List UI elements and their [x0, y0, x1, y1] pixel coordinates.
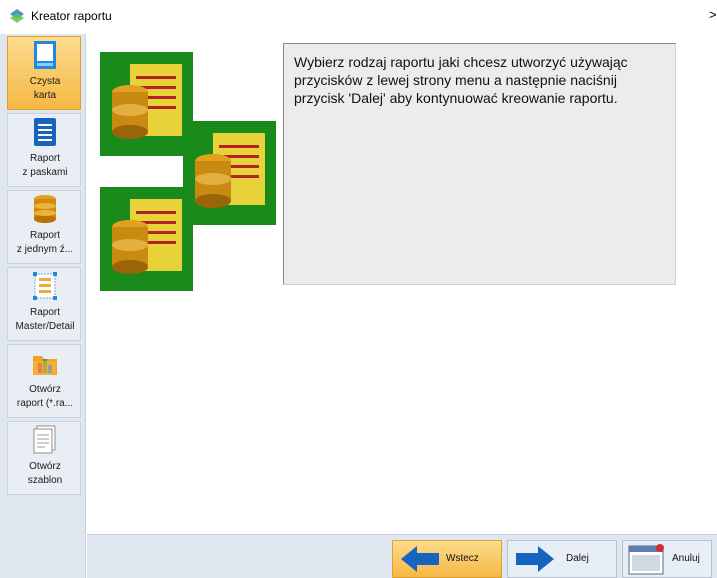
- report-database-picture: [100, 52, 193, 156]
- sidebar-item-single-source-report[interactable]: Raport z jednym ź...: [7, 190, 81, 264]
- open-report-icon: [33, 356, 57, 375]
- sidebar-item-label-1: Otwórz: [29, 384, 61, 395]
- sidebar-item-label-2: Master/Detail: [15, 321, 75, 332]
- sidebar-item-label-1: Raport: [29, 153, 60, 164]
- footer-bar: Wstecz Dalej Anuluj: [87, 534, 717, 578]
- cancel-button[interactable]: Anuluj: [622, 540, 712, 578]
- cancel-button-label: Anuluj: [672, 553, 700, 564]
- description-text: Wybierz rodzaj raportu jaki chcesz utwor…: [294, 54, 628, 106]
- sidebar-item-label-1: Raport: [29, 307, 60, 318]
- bands-report-icon: [34, 118, 56, 146]
- sidebar-item-master-detail-report[interactable]: Raport Master/Detail: [7, 267, 81, 341]
- report-database-picture: [183, 121, 276, 225]
- arrow-left-icon: [401, 546, 439, 572]
- back-button[interactable]: Wstecz: [392, 540, 502, 578]
- sidebar: Czysta karta Raport z paskami Raport z j…: [0, 34, 86, 578]
- window-title: Kreator raportu: [31, 9, 112, 23]
- sidebar-item-open-report[interactable]: Otwórz raport (*.ra...: [7, 344, 81, 418]
- sidebar-item-label-2: z jednym ź...: [16, 244, 74, 255]
- next-button-label: Dalej: [566, 553, 589, 564]
- sidebar-item-label-2: z paskami: [22, 167, 68, 178]
- sidebar-item-label-2: karta: [33, 90, 57, 101]
- app-icon: [10, 9, 24, 23]
- next-button[interactable]: Dalej: [507, 540, 617, 578]
- sidebar-item-label-1: Raport: [29, 230, 60, 241]
- title-chevron-icon[interactable]: >: [709, 7, 717, 22]
- arrow-right-icon: [516, 546, 554, 572]
- open-template-icon: [33, 425, 56, 454]
- sidebar-item-label-2: szablon: [27, 475, 63, 486]
- title-bar: Kreator raportu >: [0, 0, 717, 33]
- description-box: Wybierz rodzaj raportu jaki chcesz utwor…: [283, 43, 676, 285]
- blank-page-icon: [34, 41, 56, 69]
- database-icon: [34, 195, 56, 223]
- report-database-picture: [100, 187, 193, 291]
- close-window-icon: [628, 544, 664, 575]
- back-button-label: Wstecz: [446, 553, 479, 564]
- sidebar-item-blank-card[interactable]: Czysta karta: [7, 36, 81, 110]
- sidebar-item-label-1: Otwórz: [29, 461, 61, 472]
- main-panel: Wybierz rodzaj raportu jaki chcesz utwor…: [87, 34, 717, 534]
- sidebar-item-label-1: Czysta: [29, 76, 61, 87]
- sidebar-item-label-2: raport (*.ra...: [16, 398, 74, 409]
- master-detail-icon: [33, 272, 57, 300]
- sidebar-item-bands-report[interactable]: Raport z paskami: [7, 113, 81, 187]
- sidebar-item-open-template[interactable]: Otwórz szablon: [7, 421, 81, 495]
